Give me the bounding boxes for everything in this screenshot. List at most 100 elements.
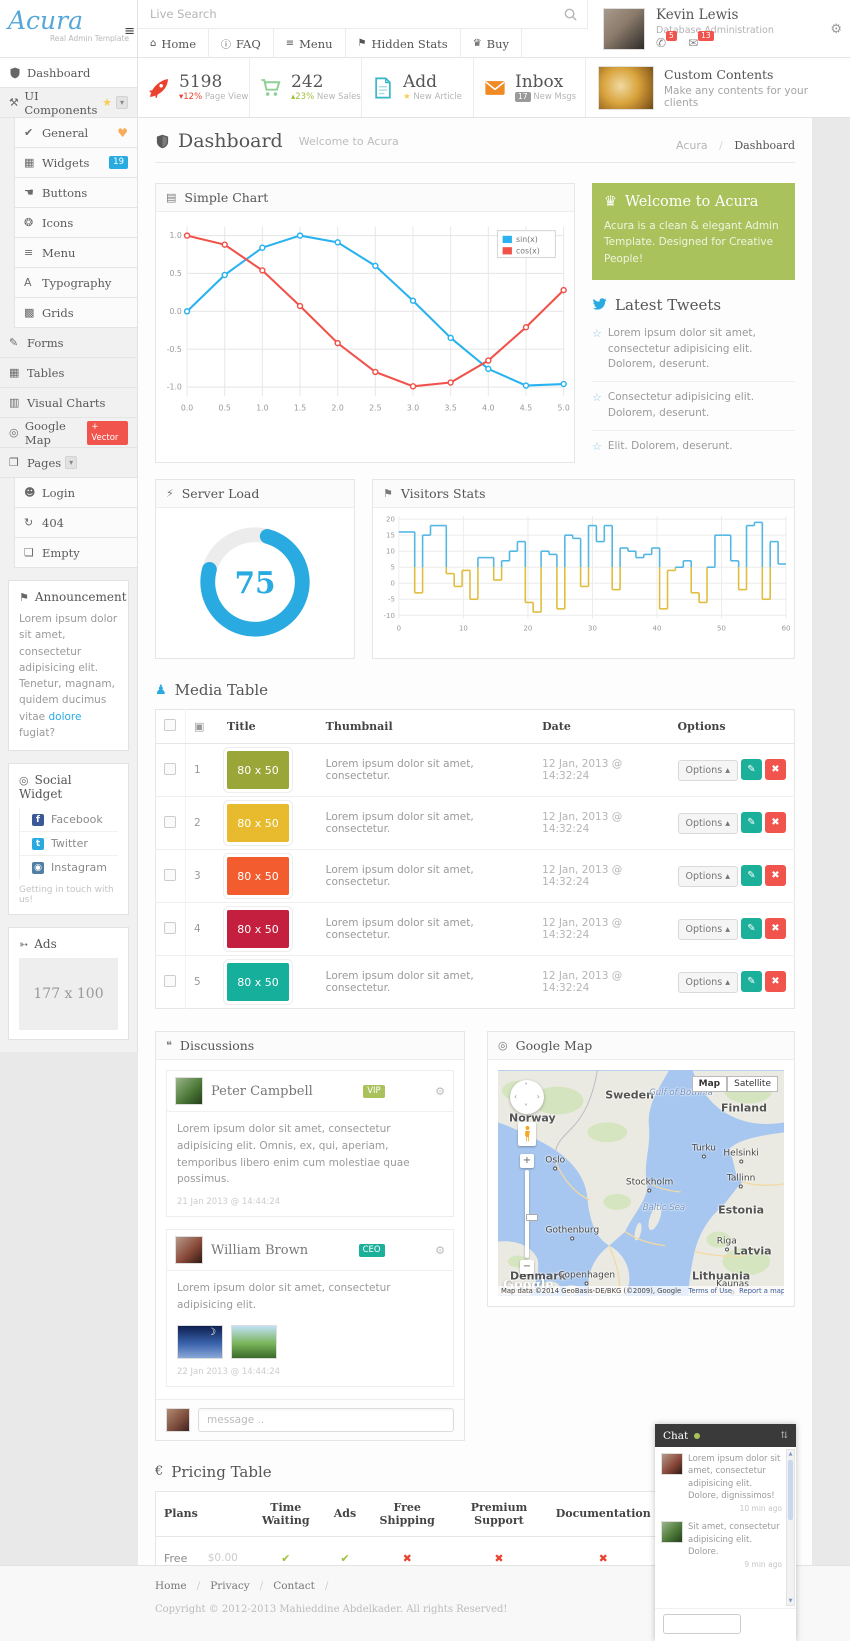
bookmark-icon: ⚑ <box>19 591 29 604</box>
row-checkbox[interactable] <box>164 869 176 881</box>
row-checkbox[interactable] <box>164 922 176 934</box>
delete-button[interactable]: ✖ <box>765 759 786 780</box>
delete-button[interactable]: ✖ <box>765 812 786 833</box>
terms-link[interactable]: Terms of Use <box>688 1287 732 1295</box>
footer-link-contact[interactable]: Contact <box>273 1580 315 1592</box>
zoom-track[interactable] <box>525 1170 529 1258</box>
scroll-up-icon[interactable]: ▲ <box>787 1451 794 1457</box>
options-dropdown-button[interactable]: Options ▴ <box>678 866 738 887</box>
nav-item-buy[interactable]: ♛Buy <box>461 29 522 58</box>
dolore-link[interactable]: dolore <box>48 711 81 723</box>
delete-button[interactable]: ✖ <box>765 865 786 886</box>
chat-scrollbar[interactable]: ▲ ▼ <box>786 1449 795 1606</box>
search-icon[interactable] <box>563 7 578 22</box>
sidebar-item-pages[interactable]: ❐Pages▾ <box>0 448 137 478</box>
collapse-caret-button[interactable]: ▾ <box>116 96 128 109</box>
row-checkbox[interactable] <box>164 816 176 828</box>
nav-item-hidden-stats[interactable]: ⚑Hidden Stats <box>346 29 461 58</box>
edit-button[interactable]: ✎ <box>741 812 762 833</box>
sidebar-item-tables[interactable]: ▦Tables <box>0 358 137 388</box>
announcement-widget: ⚑Announcement Lorem ipsum dolor sit amet… <box>8 580 129 751</box>
options-dropdown-button[interactable]: Options ▴ <box>678 760 738 781</box>
stat-tile-new-msgs[interactable]: Inbox17 New Msgs <box>474 58 586 117</box>
sidebar-item-icons[interactable]: ❂Icons <box>14 208 137 238</box>
sidebar-item-general[interactable]: ✔General♥ <box>14 118 137 148</box>
nav-item-home[interactable]: ⌂Home <box>138 29 209 58</box>
sidebar-item-grids[interactable]: ▩Grids <box>14 298 137 328</box>
delete-button[interactable]: ✖ <box>765 971 786 992</box>
settings-gear-icon[interactable]: ⚙ <box>830 22 842 37</box>
sidebar-toggle-icon[interactable]: ≡ <box>124 24 135 39</box>
sidebar-item-google-map[interactable]: ◎Google Map+ Vector <box>0 418 137 448</box>
select-all-checkbox[interactable] <box>164 719 176 731</box>
sidebar-item-ui-components[interactable]: ⚒UI Components★▾ <box>0 88 137 118</box>
thumbnail-swatch[interactable]: 80 x 50 <box>227 751 289 789</box>
thumbnail-swatch[interactable]: 80 x 50 <box>227 857 289 895</box>
notifications-icon[interactable]: ✆5 <box>656 36 666 50</box>
chat-collapse-icon[interactable]: ⇅ <box>780 1431 788 1441</box>
footer-link-privacy[interactable]: Privacy <box>210 1580 249 1592</box>
scroll-thumb[interactable] <box>788 1460 793 1520</box>
chat-header[interactable]: Chat ⇅ <box>655 1424 796 1447</box>
breadcrumb-root[interactable]: Acura <box>676 139 708 152</box>
post-image-tree[interactable] <box>231 1325 277 1359</box>
latest-tweets-title: Latest Tweets <box>592 296 795 314</box>
search-input[interactable] <box>138 0 587 28</box>
zoom-in-button[interactable]: + <box>520 1154 534 1168</box>
social-link-facebook[interactable]: fFacebook <box>19 808 118 832</box>
zoom-handle[interactable] <box>526 1214 538 1221</box>
edit-button[interactable]: ✎ <box>741 918 762 939</box>
custom-contents-tile[interactable]: Custom ContentsMake any contents for you… <box>586 58 850 117</box>
sidebar-item-menu[interactable]: ≡Menu <box>14 238 137 268</box>
thumbnail-swatch[interactable]: 80 x 50 <box>227 804 289 842</box>
sidebar-item-404[interactable]: ↻404 <box>14 508 137 538</box>
nav-item-faq[interactable]: ⓘFAQ <box>209 29 274 58</box>
scroll-down-icon[interactable]: ▼ <box>787 1598 794 1604</box>
user-avatar[interactable] <box>603 8 645 50</box>
thumbnail-swatch[interactable]: 80 x 50 <box>227 963 289 1001</box>
social-link-twitter[interactable]: tTwitter <box>19 832 118 856</box>
sidebar-item-forms[interactable]: ✎Forms <box>0 328 137 358</box>
map-button[interactable]: Map <box>692 1076 727 1092</box>
post-image-night[interactable]: ☽ <box>177 1325 223 1359</box>
post-settings-gear-icon[interactable]: ⚙ <box>435 1085 445 1098</box>
messages-icon[interactable]: ✉13 <box>688 36 698 50</box>
stat-tile-new-sales[interactable]: 242▴23% New Sales <box>250 58 362 117</box>
edit-button[interactable]: ✎ <box>741 865 762 886</box>
pegman-control[interactable] <box>518 1122 536 1146</box>
sidebar-item-typography[interactable]: ATypography <box>14 268 137 298</box>
map-canvas[interactable]: SwedenNorwayFinlandEstoniaLatviaLithuani… <box>498 1070 784 1296</box>
options-dropdown-button[interactable]: Options ▴ <box>678 972 738 993</box>
row-checkbox[interactable] <box>164 763 176 775</box>
sidebar-item-dashboard[interactable]: Dashboard <box>0 58 137 88</box>
sidebar-item-widgets[interactable]: ▦Widgets19 <box>14 148 137 178</box>
brand-logo[interactable]: Acura <box>8 6 129 36</box>
nav-item-menu[interactable]: ≡Menu <box>274 29 346 58</box>
sidebar-item-login[interactable]: ☻Login <box>14 478 137 508</box>
row-checkbox[interactable] <box>164 975 176 987</box>
options-dropdown-button[interactable]: Options ▴ <box>678 919 738 940</box>
rocket-icon <box>148 77 170 99</box>
sidebar-item-visual-charts[interactable]: ▥Visual Charts <box>0 388 137 418</box>
ad-placeholder[interactable]: 177 x 100 <box>19 958 118 1030</box>
map-pan-control[interactable]: ˄˅‹› <box>510 1080 544 1114</box>
zoom-out-button[interactable]: − <box>520 1260 534 1274</box>
satellite-button[interactable]: Satellite <box>727 1076 778 1092</box>
message-input[interactable] <box>198 1408 454 1432</box>
options-dropdown-button[interactable]: Options ▴ <box>678 813 738 834</box>
sidebar-item-buttons[interactable]: ☚Buttons <box>14 178 137 208</box>
delete-button[interactable]: ✖ <box>765 918 786 939</box>
report-error-link[interactable]: Report a map error <box>739 1287 784 1295</box>
edit-button[interactable]: ✎ <box>741 971 762 992</box>
social-link-instagram[interactable]: ◉Instagram <box>19 856 118 879</box>
collapse-caret-button[interactable]: ▾ <box>65 456 77 469</box>
stat-tile-page-view[interactable]: 5198▾12% Page View <box>138 58 250 117</box>
thumbnail-swatch[interactable]: 80 x 50 <box>227 910 289 948</box>
edit-button[interactable]: ✎ <box>741 759 762 780</box>
chat-input[interactable] <box>663 1614 741 1634</box>
footer-link-home[interactable]: Home <box>155 1580 187 1592</box>
stat-tile-new-article[interactable]: Add★ New Article <box>362 58 474 117</box>
sidebar-item-label: Google Map <box>25 419 87 447</box>
sidebar-item-empty[interactable]: ❏Empty <box>14 538 137 568</box>
post-settings-gear-icon[interactable]: ⚙ <box>435 1244 445 1257</box>
